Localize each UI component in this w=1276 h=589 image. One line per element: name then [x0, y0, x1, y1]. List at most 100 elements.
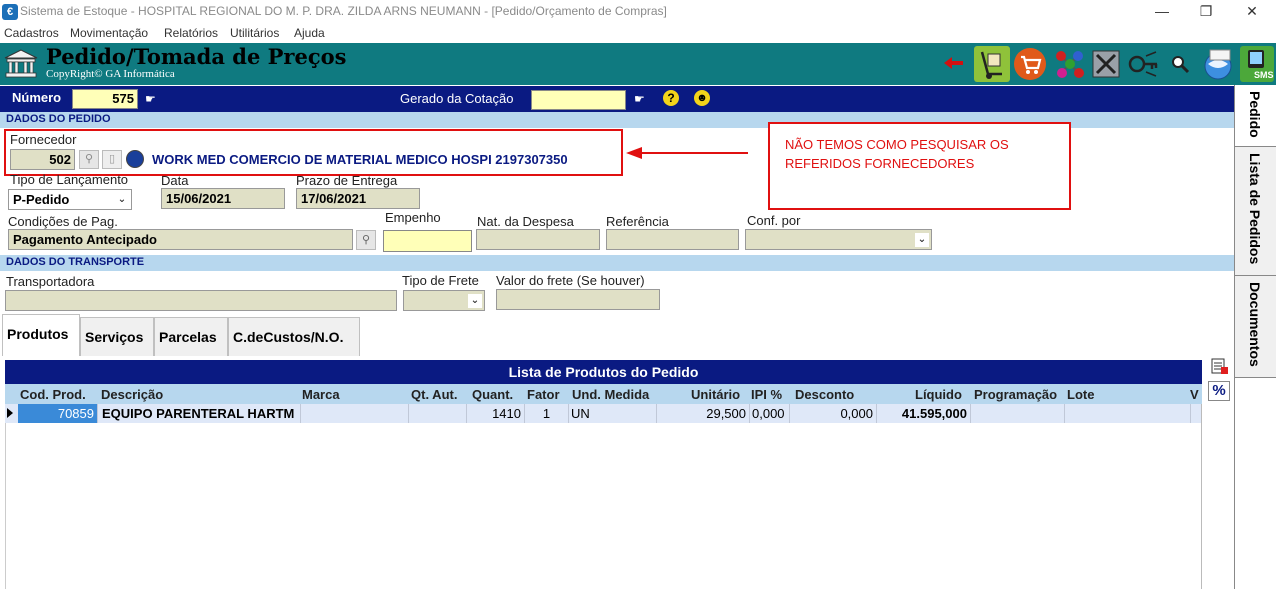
window-title: Sistema de Estoque - HOSPITAL REGIONAL D…: [20, 4, 667, 18]
back-arrow-icon[interactable]: [944, 56, 964, 70]
annotation-arrow: [626, 147, 748, 159]
tab-produtos[interactable]: Produtos: [2, 314, 80, 356]
tab-parcelas[interactable]: Parcelas: [154, 317, 228, 356]
referencia-label: Referência: [606, 214, 669, 229]
user-face-icon[interactable]: ☻: [694, 90, 710, 106]
tipo-lancamento-value: P-Pedido: [13, 192, 70, 207]
valor-frete-input[interactable]: [496, 289, 660, 310]
tab-centro-custos[interactable]: C.deCustos/N.O.: [228, 317, 360, 356]
tab-servicos[interactable]: Serviços: [80, 317, 154, 356]
document-icon[interactable]: ▯: [102, 150, 122, 169]
hand-truck-icon[interactable]: [974, 46, 1010, 82]
tab-documentos[interactable]: Documentos: [1235, 276, 1276, 378]
app-icon: €: [2, 4, 18, 20]
empenho-input[interactable]: [383, 230, 472, 252]
pointing-hand-icon[interactable]: ☛: [145, 92, 156, 106]
minimize-button[interactable]: —: [1140, 0, 1184, 24]
row-selector-icon: [7, 408, 13, 418]
annotation-box: NÃO TEMOS COMO PESQUISAR OS REFERIDOS FO…: [768, 122, 1071, 210]
numero-bar: Número 575 ☛ Gerado da Cotação ☛ ? ☻: [0, 86, 1234, 112]
cell-und-medida[interactable]: UN: [569, 404, 657, 423]
fornecedor-name: WORK MED COMERCIO DE MATERIAL MEDICO HOS…: [152, 152, 568, 167]
col-liquido[interactable]: Líquido: [915, 387, 971, 402]
dados-transporte-title: DADOS DO TRANSPORTE: [6, 256, 145, 268]
globe-icon[interactable]: [1200, 46, 1236, 82]
cell-descricao[interactable]: EQUIPO PARENTERAL HARTM: [100, 404, 301, 423]
cell-quant[interactable]: 1410: [467, 404, 525, 423]
tipo-lancamento-select[interactable]: P-Pedido ⌄: [8, 189, 132, 210]
numero-input[interactable]: 575: [72, 89, 138, 109]
prazo-entrega-input[interactable]: 17/06/2021: [296, 188, 420, 209]
cell-qt-aut[interactable]: [409, 404, 467, 423]
col-qt-aut[interactable]: Qt. Aut.: [411, 387, 469, 402]
dados-pedido-title: DADOS DO PEDIDO: [6, 113, 111, 125]
grid-empty-area: [5, 423, 1202, 589]
conf-por-select[interactable]: ⌄: [745, 229, 932, 250]
cell-programacao[interactable]: [971, 404, 1065, 423]
cell-fator[interactable]: 1: [525, 404, 569, 423]
cell-desconto[interactable]: 0,000: [790, 404, 877, 423]
cell-ipi[interactable]: 0,000: [750, 404, 790, 423]
chevron-down-icon: ⌄: [117, 194, 127, 205]
col-descricao[interactable]: Descrição: [101, 387, 211, 402]
sms-icon[interactable]: SMS: [1240, 46, 1274, 82]
cell-marca[interactable]: [301, 404, 409, 423]
col-unitario[interactable]: Unitário: [691, 387, 751, 402]
menu-cadastros[interactable]: Cadastros: [4, 26, 59, 40]
binoculars-icon[interactable]: ⚲: [79, 150, 99, 169]
cell-lote[interactable]: [1065, 404, 1191, 423]
cell-liquido[interactable]: 41.595,000: [877, 404, 971, 423]
tools-icon[interactable]: [1088, 46, 1124, 82]
referencia-input[interactable]: [606, 229, 739, 250]
shopping-cart-icon[interactable]: [1014, 48, 1046, 80]
data-input[interactable]: 15/06/2021: [161, 188, 285, 209]
globe-small-icon[interactable]: [126, 150, 144, 168]
right-tabs: Pedido Lista de Pedidos Documentos: [1234, 85, 1276, 589]
col-v[interactable]: V: [1190, 387, 1202, 402]
fornecedor-label: Fornecedor: [10, 132, 77, 147]
export-icon[interactable]: [1210, 357, 1230, 377]
col-cod-prod[interactable]: Cod. Prod.: [20, 387, 100, 402]
transportadora-label: Transportadora: [6, 274, 95, 289]
tipo-frete-label: Tipo de Frete: [402, 273, 479, 288]
tab-pedido[interactable]: Pedido: [1235, 85, 1276, 147]
table-row[interactable]: 70859 EQUIPO PARENTERAL HARTM 1410 1 UN …: [5, 404, 1202, 423]
molecule-icon[interactable]: [1052, 46, 1088, 82]
menu-ajuda[interactable]: Ajuda: [294, 26, 325, 40]
gerado-cotacao-input[interactable]: [531, 90, 626, 110]
col-programacao[interactable]: Programação: [974, 387, 1066, 402]
col-marca[interactable]: Marca: [302, 387, 362, 402]
menu-movimentacao[interactable]: Movimentação: [70, 26, 148, 40]
close-button[interactable]: ✕: [1230, 0, 1274, 24]
empenho-label: Empenho: [385, 210, 441, 225]
nat-despesa-input[interactable]: [476, 229, 600, 250]
cell-cod-prod[interactable]: 70859: [18, 404, 98, 423]
restore-button[interactable]: ❐: [1184, 0, 1228, 24]
numero-label: Número: [12, 90, 62, 105]
col-fator[interactable]: Fator: [527, 387, 569, 402]
col-ipi[interactable]: IPI %: [751, 387, 791, 402]
menu-relatorios[interactable]: Relatórios: [164, 26, 218, 40]
tipo-frete-select[interactable]: ⌄: [403, 290, 485, 311]
transportadora-input[interactable]: [5, 290, 397, 311]
col-lote[interactable]: Lote: [1067, 387, 1107, 402]
col-quant[interactable]: Quant.: [472, 387, 526, 402]
fornecedor-code-input[interactable]: 502: [10, 149, 75, 170]
cell-unitario[interactable]: 29,500: [657, 404, 750, 423]
condicoes-pag-input[interactable]: Pagamento Antecipado: [8, 229, 353, 250]
pointing-hand-icon[interactable]: ☛: [634, 92, 645, 106]
col-desconto[interactable]: Desconto: [795, 387, 875, 402]
menu-utilitarios[interactable]: Utilitários: [230, 26, 279, 40]
col-und-medida[interactable]: Und. Medida: [572, 387, 657, 402]
data-label: Data: [161, 173, 189, 188]
key-icon[interactable]: [1126, 46, 1162, 82]
tab-lista-de-pedidos[interactable]: Lista de Pedidos: [1235, 147, 1276, 276]
help-icon[interactable]: ?: [663, 90, 679, 106]
tab-documentos-label: Documentos: [1247, 282, 1263, 367]
binoculars-icon[interactable]: ⚲: [356, 230, 376, 250]
percent-button[interactable]: %: [1208, 381, 1230, 401]
valor-frete-label: Valor do frete (Se houver): [496, 273, 645, 288]
header-banner: Pedido/Tomada de Preços CopyRight© GA In…: [0, 43, 1276, 85]
magnifier-icon[interactable]: [1168, 52, 1192, 76]
building-logo-icon: [4, 49, 38, 78]
